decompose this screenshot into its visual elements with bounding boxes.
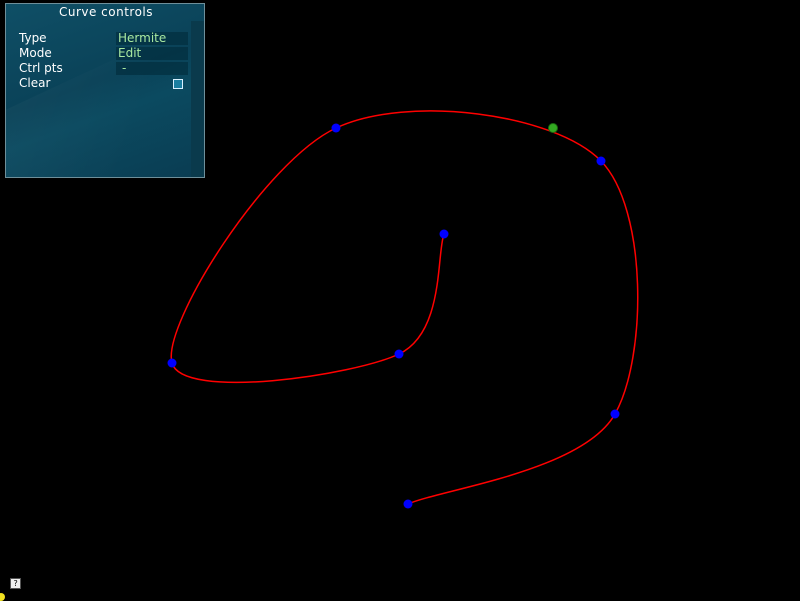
clear-label: Clear <box>19 76 51 90</box>
panel-title: Curve controls <box>58 5 154 19</box>
mode-value[interactable]: Edit <box>116 47 188 60</box>
control-point-7[interactable] <box>403 499 413 509</box>
mode-label: Mode <box>19 46 52 60</box>
control-point-3[interactable] <box>167 358 177 368</box>
control-point-2[interactable] <box>394 349 404 359</box>
row-type[interactable]: Type Hermite <box>6 31 196 46</box>
control-point-6[interactable] <box>610 409 620 419</box>
canvas-viewport[interactable]: Curve controls Type Hermite Mode Edit Ct… <box>0 0 800 601</box>
ctrl-pts-value[interactable]: - <box>116 62 188 75</box>
type-label: Type <box>19 31 47 45</box>
ctrl-pts-label: Ctrl pts <box>19 61 63 75</box>
type-value[interactable]: Hermite <box>116 32 188 45</box>
control-point-1[interactable] <box>439 229 449 239</box>
control-point-4[interactable] <box>331 123 341 133</box>
control-point-5[interactable] <box>596 156 606 166</box>
hermite-curve <box>170 110 639 505</box>
hovered-curve-point[interactable] <box>548 123 558 133</box>
clear-checkbox[interactable] <box>173 79 183 89</box>
curve-controls-panel[interactable]: Curve controls Type Hermite Mode Edit Ct… <box>5 3 205 178</box>
row-ctrl-pts[interactable]: Ctrl pts - <box>6 61 196 76</box>
row-mode[interactable]: Mode Edit <box>6 46 196 61</box>
panel-scrollbar[interactable] <box>191 21 204 177</box>
row-clear[interactable]: Clear <box>6 76 196 91</box>
help-icon[interactable]: ? <box>10 578 21 589</box>
control-points[interactable] <box>167 123 620 509</box>
